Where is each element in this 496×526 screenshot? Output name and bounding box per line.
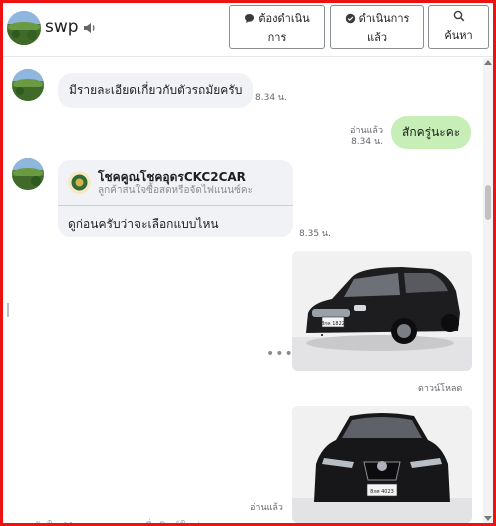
- conversation-header: swp ต้องดำเนิน การ ดำเนินการ แล้ว ค้นหา: [3, 3, 493, 57]
- app-frame: swp ต้องดำเนิน การ ดำเนินการ แล้ว ค้นหา …: [0, 0, 496, 526]
- sender-avatar[interactable]: [12, 158, 44, 190]
- page-logo: [68, 171, 91, 194]
- speaker-icon[interactable]: [83, 20, 97, 34]
- contact-avatar[interactable]: [7, 11, 41, 45]
- search-label: ค้นหา: [444, 29, 473, 42]
- card-divider: [58, 205, 293, 206]
- message-timestamp: 8.34 น.: [351, 137, 383, 147]
- resize-handle[interactable]: [7, 303, 9, 317]
- search-button[interactable]: ค้นหา: [428, 5, 489, 49]
- quoted-message: ลูกค้าสนใจซื้อสดหรือจัดไฟแนนซ์คะ: [98, 185, 253, 196]
- more-options-icon[interactable]: •••: [266, 346, 294, 362]
- needs-action-button[interactable]: ต้องดำเนิน การ: [229, 5, 325, 49]
- message-timestamp: 8.35 น.: [299, 229, 331, 239]
- read-status: อ่านแล้ว: [250, 503, 283, 513]
- search-icon: [429, 10, 488, 27]
- needs-action-label: ต้องดำเนิน การ: [258, 12, 310, 44]
- car-photo[interactable]: 8กศ 4023: [292, 406, 472, 523]
- incoming-message: มีรายละเอียดเกี่ยวกับตัวรถมัยครับ: [58, 73, 254, 108]
- car-photo[interactable]: 8กค 1822: [292, 251, 472, 371]
- reply-input[interactable]: ตอบกลับใน Messenger ... เพื่อพิมพ์ใหม่: [6, 517, 200, 523]
- download-link[interactable]: ดาวน์โหลด: [418, 381, 462, 395]
- done-button[interactable]: ดำเนินการ แล้ว: [330, 5, 424, 49]
- outgoing-message: สักครู่นะคะ: [391, 116, 472, 149]
- done-label: ดำเนินการ แล้ว: [358, 12, 410, 44]
- scroll-up-arrow[interactable]: [484, 60, 492, 65]
- license-plate: 8กค 1822: [321, 321, 345, 327]
- contact-name: swp: [45, 17, 79, 37]
- check-bubble-icon: [345, 12, 356, 29]
- license-plate: 8กศ 4023: [370, 489, 394, 495]
- scroll-thumb[interactable]: [485, 185, 491, 220]
- reply-card: โชคคูณโชคอุดรCKC2CAR ลูกค้าสนใจซื้อสดหรื…: [58, 160, 293, 237]
- scroll-down-arrow[interactable]: [484, 516, 492, 521]
- message-scrollbar[interactable]: [483, 58, 493, 523]
- speech-bubble-icon: [244, 12, 255, 29]
- incoming-message: ดูก่อนครับว่าจะเลือกแบบไหน: [68, 217, 219, 231]
- sender-avatar[interactable]: [12, 69, 44, 101]
- message-timestamp: 8.34 น.: [255, 93, 287, 103]
